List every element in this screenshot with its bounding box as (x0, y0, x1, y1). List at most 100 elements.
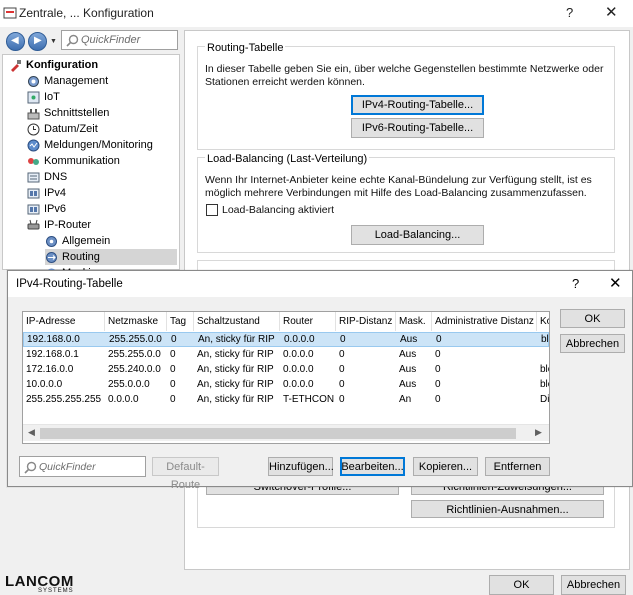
search-icon (66, 34, 79, 47)
tree-item-ipv4[interactable]: IPv4 (27, 185, 177, 201)
table-cell: 0 (435, 364, 441, 375)
column-header[interactable]: Tag (167, 312, 194, 331)
table-cell: An (399, 394, 412, 405)
table-cell: An, sticky für RIP (197, 394, 274, 405)
table-cell: 0 (170, 394, 176, 405)
add-button[interactable]: Hinzufügen... (268, 457, 334, 476)
copy-button[interactable]: Kopieren... (413, 457, 478, 476)
tree-label: Datum/Zeit (44, 123, 98, 135)
tree-label: IoT (44, 91, 60, 103)
quickfinder-placeholder: QuickFinder (81, 34, 141, 46)
table-cell: 0 (435, 379, 441, 390)
table-cell: 255.255.0.0 (109, 334, 162, 345)
table-row[interactable]: 172.16.0.0 255.240.0.0 0 An, sticky für … (23, 362, 549, 377)
table-cell: 0 (435, 394, 441, 405)
table-row[interactable]: 192.168.0.1 255.255.0.0 0 An, sticky für… (23, 347, 549, 362)
dialog-close-button[interactable]: ✕ (609, 274, 622, 292)
tree-item-schnittstellen[interactable]: Schnittstellen (27, 105, 177, 121)
dns-icon (27, 172, 40, 183)
table-cell: 0 (170, 379, 176, 390)
table-cell: 255.255.0.0 (108, 349, 161, 360)
column-header[interactable]: RIP-Distanz (336, 312, 396, 331)
routing-table-title: Routing-Tabelle (205, 42, 286, 54)
tree-item-ipv6[interactable]: IPv6 (27, 201, 177, 217)
table-cell: 255.240.0.0 (108, 364, 161, 375)
interfaces-icon (27, 109, 40, 120)
table-cell: 255.255.255.255 (26, 394, 102, 405)
load-balancing-checkbox[interactable] (206, 204, 218, 216)
routing-icon (46, 252, 57, 263)
column-header[interactable]: Router (280, 312, 336, 331)
ok-button[interactable]: OK (489, 575, 554, 595)
column-header[interactable]: IP-Adresse (23, 312, 105, 331)
ipv4-routing-table-button[interactable]: IPv4-Routing-Tabelle... (351, 95, 484, 115)
ipv6-routing-table-button[interactable]: IPv6-Routing-Tabelle... (351, 118, 484, 138)
table-cell: 0 (339, 394, 345, 405)
scrollbar-thumb[interactable] (40, 428, 516, 439)
table-cell: 0.0.0.0 (283, 364, 314, 375)
help-button[interactable]: ? (566, 5, 573, 20)
tree-item-kommunikation[interactable]: Kommunikation (27, 153, 177, 169)
dialog-quickfinder-input[interactable]: QuickFinder (19, 456, 146, 477)
iot-icon (27, 91, 40, 104)
column-header[interactable]: Netzmaske (105, 312, 167, 331)
tree-item-ip-router[interactable]: IP-Router (27, 217, 177, 233)
tree-item-dns[interactable]: DNS (27, 169, 177, 185)
table-cell: 0 (170, 364, 176, 375)
config-icon (11, 60, 21, 72)
scroll-left-icon[interactable]: ◀ (28, 427, 35, 438)
routing-table[interactable]: IP-Adresse Netzmaske Tag Schaltzustand R… (22, 311, 550, 444)
tree-label: Management (44, 75, 109, 87)
table-cell: An, sticky für RIP (197, 379, 274, 390)
back-button[interactable]: ◀ (6, 32, 25, 51)
tree-item-meldungen[interactable]: Meldungen/Monitoring (27, 137, 177, 153)
table-cell: 0 (339, 349, 345, 360)
tree-item-allgemein[interactable]: Allgemein (45, 233, 177, 249)
lancom-logo-sub: SYSTEMS (38, 588, 74, 594)
column-header[interactable]: Schaltzustand (194, 312, 280, 331)
window-title: Zentrale, ... Konfiguration (19, 6, 154, 20)
column-header[interactable]: Ko (537, 312, 549, 331)
cancel-button[interactable]: Abbrechen (561, 575, 626, 595)
dialog-ok-button[interactable]: OK (560, 309, 625, 328)
column-header[interactable]: Mask. (396, 312, 432, 331)
table-cell: 192.168.0.1 (26, 349, 79, 360)
load-balancing-description: Wenn Ihr Internet-Anbieter keine echte K… (205, 174, 592, 199)
dialog-help-button[interactable]: ? (572, 276, 579, 291)
edit-button[interactable]: Bearbeiten... (340, 457, 405, 476)
remove-button[interactable]: Entfernen (485, 457, 550, 476)
table-cell: 255.0.0.0 (108, 379, 150, 390)
tree-item-datum-zeit[interactable]: Datum/Zeit (27, 121, 177, 137)
table-row[interactable]: 10.0.0.0 255.0.0.0 0 An, sticky für RIP … (23, 377, 549, 392)
table-row[interactable]: 192.168.0.0 255.255.0.0 0 An, sticky für… (23, 332, 549, 347)
dialog-cancel-button[interactable]: Abbrechen (560, 334, 625, 353)
table-cell: blo (540, 364, 549, 375)
table-cell: 0.0.0.0 (284, 334, 315, 345)
quickfinder-input[interactable]: QuickFinder (61, 30, 178, 50)
history-dropdown-icon[interactable]: ▼ (50, 38, 57, 45)
scroll-right-icon[interactable]: ▶ (535, 427, 542, 438)
table-cell: 172.16.0.0 (26, 364, 74, 375)
forward-button[interactable]: ▶ (28, 32, 47, 51)
ipv4-icon (27, 188, 40, 199)
tree-item-iot[interactable]: IoT (27, 89, 177, 105)
tree-label: Kommunikation (44, 155, 120, 167)
tree-label: IP-Router (44, 219, 92, 231)
router-icon (27, 219, 40, 230)
table-cell: 0.0.0.0 (283, 379, 314, 390)
table-row[interactable]: 255.255.255.255 0.0.0.0 0 An, sticky für… (23, 392, 549, 407)
table-cell: Aus (399, 349, 417, 360)
dialog-titlebar: IPv4-Routing-Tabelle ? ✕ (8, 271, 632, 297)
table-cell: An, sticky für RIP (198, 334, 275, 345)
column-header[interactable]: Administrative Distanz (432, 312, 537, 331)
load-balancing-button[interactable]: Load-Balancing... (351, 225, 484, 245)
config-tree[interactable]: Konfiguration Management IoT Schnittstel… (2, 54, 180, 279)
tree-item-management[interactable]: Management (27, 73, 177, 89)
tree-label: Schnittstellen (44, 107, 110, 119)
close-button[interactable]: ✕ (605, 3, 618, 21)
tree-label: Allgemein (62, 235, 111, 247)
horizontal-scrollbar[interactable]: ◀ ▶ (23, 424, 549, 441)
policy-exceptions-button[interactable]: Richtlinien-Ausnahmen... (411, 500, 604, 518)
tree-item-routing[interactable]: Routing (45, 249, 177, 265)
tree-item-konfiguration[interactable]: Konfiguration (9, 57, 179, 73)
